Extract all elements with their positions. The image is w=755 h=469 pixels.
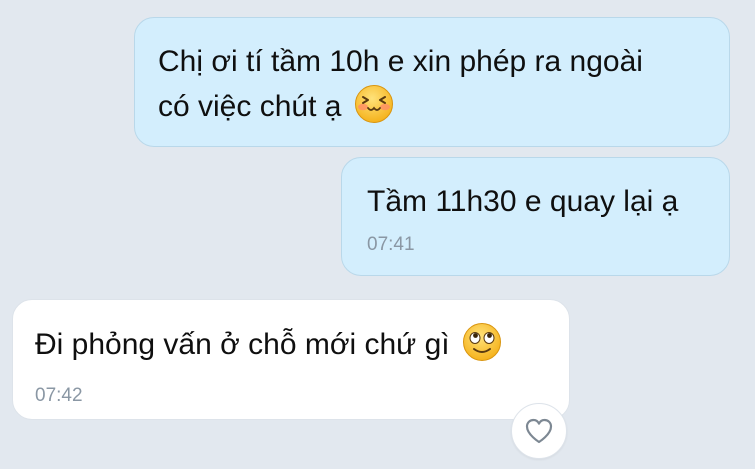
- eyes-up-smile-emoji-icon: [462, 322, 502, 375]
- message-line: Đi phỏng vấn ở chỗ mới chứ gì: [35, 328, 450, 361]
- message-bubble-outgoing[interactable]: Chị ơi tí tầm 10h e xin phép ra ngoài có…: [134, 17, 730, 147]
- message-line: có việc chút ạ: [158, 90, 342, 123]
- message-bubble-incoming[interactable]: Đi phỏng vấn ở chỗ mới chứ gì 07:42: [12, 299, 570, 420]
- message-timestamp: 07:41: [367, 234, 415, 255]
- message-timestamp: 07:42: [35, 385, 83, 406]
- react-heart-button[interactable]: [511, 403, 567, 459]
- blushing-squint-emoji-icon: [354, 84, 394, 137]
- message-text: Đi phỏng vấn ở chỗ mới chứ gì: [35, 322, 569, 375]
- message-text: Tầm 11h30 e quay lại ạ: [367, 185, 679, 218]
- heart-outline-icon: [524, 417, 554, 445]
- message-line: Chị ơi tí tầm 10h e xin phép ra ngoài: [158, 45, 643, 78]
- message-text: Chị ơi tí tầm 10h e xin phép ra ngoài có…: [158, 40, 729, 137]
- message-bubble-outgoing[interactable]: Tầm 11h30 e quay lại ạ 07:41: [341, 157, 730, 276]
